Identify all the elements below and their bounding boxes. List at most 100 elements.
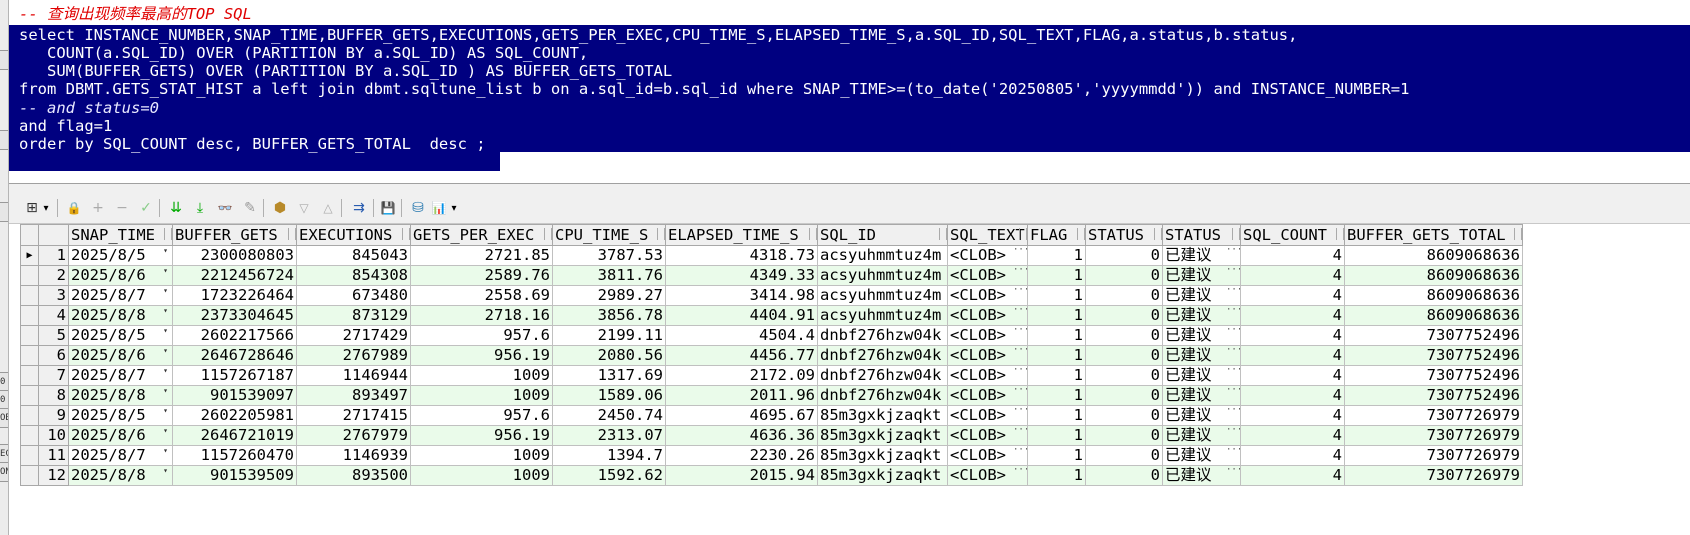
row-indicator[interactable] [20,345,39,366]
column-resize-handle[interactable] [1514,228,1522,240]
cell-editor-button[interactable]: ··· [1013,407,1027,421]
cell-sql-text[interactable]: <CLOB> ··· [947,285,1028,306]
row-indicator[interactable] [20,365,39,386]
cell-cpu-time[interactable]: 2080.56 [552,345,666,366]
date-dropdown-icon[interactable]: ▾ [161,247,170,264]
cell-elapsed-time[interactable]: 2015.94 [665,465,818,486]
date-dropdown-icon[interactable]: ▾ [161,307,170,324]
column-resize-handle[interactable] [1019,228,1027,240]
cell-sql-id[interactable]: 85m3gxkjzaqkt [817,445,948,466]
cell-flag[interactable]: 1 [1027,325,1086,346]
cell-snap-time[interactable]: ▾ 2025/8/6 [68,425,173,446]
cell-sql-id[interactable]: dnbf276hzw04k [817,345,948,366]
cell-row-number[interactable]: 5 [38,325,69,346]
cell-row-number[interactable]: 1 [38,245,69,266]
cell-buffer-gets[interactable]: 2212456724 [172,265,297,286]
date-dropdown-icon[interactable]: ▾ [161,447,170,464]
cell-executions[interactable]: 2767989 [296,345,411,366]
cell-editor-button[interactable]: ··· [1013,467,1027,481]
cell-snap-time[interactable]: ▾ 2025/8/8 [68,385,173,406]
cell-sql-id[interactable]: acsyuhmmtuz4m [817,305,948,326]
table-row[interactable]: 7 ▾ 2025/8/7 1157267187 1146944 1009 1317.69 21… [20,365,1523,386]
column-header-elapsed-time[interactable]: ELAPSED_TIME_S [665,224,818,246]
cell-sql-text[interactable]: <CLOB> ··· [947,445,1028,466]
cell-snap-time[interactable]: ▾ 2025/8/7 [68,365,173,386]
cell-flag[interactable]: 1 [1027,385,1086,406]
table-row[interactable]: 9 ▾ 2025/8/5 2602205981 2717415 957.6 2450.74 4… [20,405,1523,426]
cell-editor-button[interactable]: ··· [1226,447,1240,461]
cell-sql-text[interactable]: <CLOB> ··· [947,265,1028,286]
cell-cpu-time[interactable]: 2199.11 [552,325,666,346]
cell-buffer-gets[interactable]: 2373304645 [172,305,297,326]
sql-editor[interactable]: -- 查询出现频率最高的TOP SQL select INSTANCE_NUMB… [9,0,1690,183]
save-icon[interactable]: 💾 [379,198,397,218]
cell-elapsed-time[interactable]: 2230.26 [665,445,818,466]
cell-executions[interactable]: 1146944 [296,365,411,386]
cell-editor-button[interactable]: ··· [1226,387,1240,401]
cell-row-number[interactable]: 2 [38,265,69,286]
cell-buffer-gets-total[interactable]: 7307752496 [1344,365,1523,386]
cell-status-a[interactable]: 0 [1085,405,1163,426]
table-row[interactable]: 5 ▾ 2025/8/5 2602217566 2717429 957.6 2199.11 4… [20,325,1523,346]
result-grid[interactable]: SNAP_TIME BUFFER_GETS EXECUTIONS GETS_PE… [20,224,1690,535]
dropdown-icon[interactable]: ▾ [41,198,51,218]
table-row[interactable]: 4 ▾ 2025/8/8 2373304645 873129 2718.16 3856.78… [20,305,1523,326]
column-resize-handle[interactable] [544,228,552,240]
chart-dropdown-icon[interactable]: ▾ [449,198,459,218]
cell-buffer-gets-total[interactable]: 7307752496 [1344,325,1523,346]
cell-status-a[interactable]: 0 [1085,285,1163,306]
down-icon[interactable]: ▽ [295,198,313,218]
cell-status-b[interactable]: 已建议 ··· [1162,385,1241,406]
cell-sql-id[interactable]: acsyuhmmtuz4m [817,265,948,286]
cell-buffer-gets[interactable]: 2300080803 [172,245,297,266]
cell-elapsed-time[interactable]: 2011.96 [665,385,818,406]
cell-buffer-gets-total[interactable]: 7307752496 [1344,385,1523,406]
cell-cpu-time[interactable]: 2989.27 [552,285,666,306]
row-indicator[interactable] [20,285,39,306]
clear-icon[interactable]: ✎ [241,198,259,218]
cell-snap-time[interactable]: ▾ 2025/8/5 [68,405,173,426]
cell-flag[interactable]: 1 [1027,445,1086,466]
row-indicator[interactable]: ▶ [20,245,39,266]
cell-editor-button[interactable]: ··· [1013,267,1027,281]
column-header-snap-time[interactable]: SNAP_TIME [68,224,173,246]
cell-sql-text[interactable]: <CLOB> ··· [947,325,1028,346]
cell-sql-count[interactable]: 4 [1240,285,1345,306]
cell-buffer-gets[interactable]: 1157267187 [172,365,297,386]
cell-editor-button[interactable]: ··· [1013,307,1027,321]
cell-status-a[interactable]: 0 [1085,345,1163,366]
cell-cpu-time[interactable]: 1589.06 [552,385,666,406]
cell-status-b[interactable]: 已建议 ··· [1162,285,1241,306]
cell-row-number[interactable]: 12 [38,465,69,486]
cell-flag[interactable]: 1 [1027,345,1086,366]
cell-status-b[interactable]: 已建议 ··· [1162,245,1241,266]
cell-flag[interactable]: 1 [1027,245,1086,266]
cell-executions[interactable]: 2767979 [296,425,411,446]
cell-row-number[interactable]: 11 [38,445,69,466]
cell-editor-button[interactable]: ··· [1013,347,1027,361]
column-header-executions[interactable]: EXECUTIONS [296,224,411,246]
table-row[interactable]: 10 ▾ 2025/8/6 2646721019 2767979 956.19 2313.0… [20,425,1523,446]
column-resize-handle[interactable] [402,228,410,240]
chart-icon[interactable]: 📊 [429,198,449,218]
row-indicator[interactable] [20,305,39,326]
cell-editor-button[interactable]: ··· [1013,287,1027,301]
cell-elapsed-time[interactable]: 3414.98 [665,285,818,306]
cell-status-b[interactable]: 已建议 ··· [1162,265,1241,286]
date-dropdown-icon[interactable]: ▾ [161,367,170,384]
table-row[interactable]: 3 ▾ 2025/8/7 1723226464 673480 2558.69 2989.27… [20,285,1523,306]
cell-sql-count[interactable]: 4 [1240,425,1345,446]
cell-sql-text[interactable]: <CLOB> ··· [947,365,1028,386]
query-icon[interactable]: ⬢ [271,198,289,218]
last-record-icon[interactable]: ⤓ [191,198,209,218]
cell-row-number[interactable]: 4 [38,305,69,326]
connect-icon[interactable]: ⇉ [349,198,369,218]
cell-snap-time[interactable]: ▾ 2025/8/5 [68,245,173,266]
cell-executions[interactable]: 893497 [296,385,411,406]
cell-flag[interactable]: 1 [1027,425,1086,446]
cell-snap-time[interactable]: ▾ 2025/8/6 [68,345,173,366]
cell-status-b[interactable]: 已建议 ··· [1162,465,1241,486]
cell-row-number[interactable]: 6 [38,345,69,366]
cell-sql-count[interactable]: 4 [1240,325,1345,346]
cell-buffer-gets[interactable]: 2646728646 [172,345,297,366]
